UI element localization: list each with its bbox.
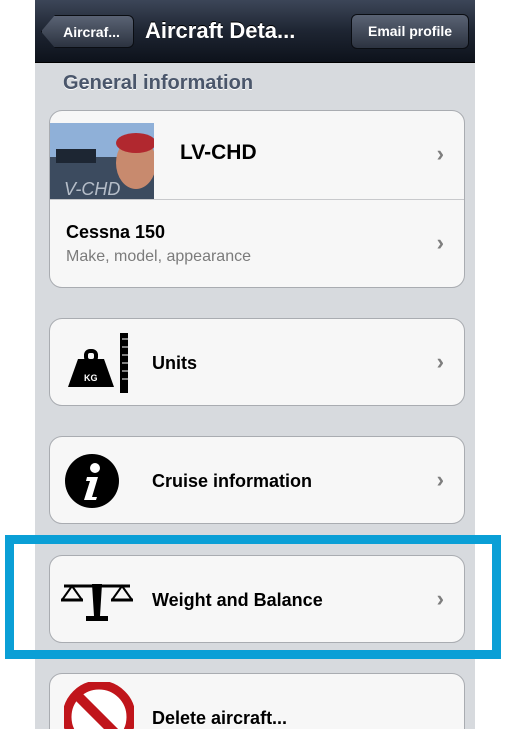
chevron-right-icon: › <box>436 141 444 166</box>
email-profile-button[interactable]: Email profile <box>351 14 469 49</box>
delete-aircraft-row[interactable]: Delete aircraft... <box>49 673 465 729</box>
units-row[interactable]: KG Units › <box>49 318 465 406</box>
registration-label: LV-CHD <box>180 141 257 164</box>
navigation-bar: Aircraf... Aircraft Deta... Email profil… <box>35 0 475 63</box>
aircraft-registration-row[interactable]: V-CHD LV-CHD › <box>50 111 464 199</box>
aircraft-info-group: V-CHD LV-CHD › Cessna 150 Make, model, a… <box>49 110 465 288</box>
info-icon <box>64 453 120 509</box>
chevron-right-icon: › <box>436 467 444 492</box>
no-entry-icon <box>62 680 136 729</box>
cruise-information-label: Cruise information <box>152 471 313 491</box>
thumb-overlay-text: V-CHD <box>64 179 120 199</box>
highlight-box <box>5 535 501 659</box>
units-label: Units <box>152 353 197 373</box>
back-button[interactable]: Aircraf... <box>41 15 134 48</box>
model-label: Cessna 150 <box>66 222 166 242</box>
page-title: Aircraft Deta... <box>145 18 296 43</box>
delete-aircraft-label: Delete aircraft... <box>152 708 288 728</box>
cruise-information-row[interactable]: Cruise information › <box>49 436 465 524</box>
model-subtitle: Make, model, appearance <box>66 248 251 265</box>
aircraft-model-row[interactable]: Cessna 150 Make, model, appearance › <box>50 199 464 287</box>
chevron-right-icon: › <box>436 230 444 255</box>
weight-ruler-icon: KG <box>62 329 134 397</box>
chevron-right-icon: › <box>436 349 444 374</box>
aircraft-photo: V-CHD <box>50 123 154 199</box>
svg-text:KG: KG <box>84 373 98 383</box>
section-header: General information <box>63 72 254 94</box>
